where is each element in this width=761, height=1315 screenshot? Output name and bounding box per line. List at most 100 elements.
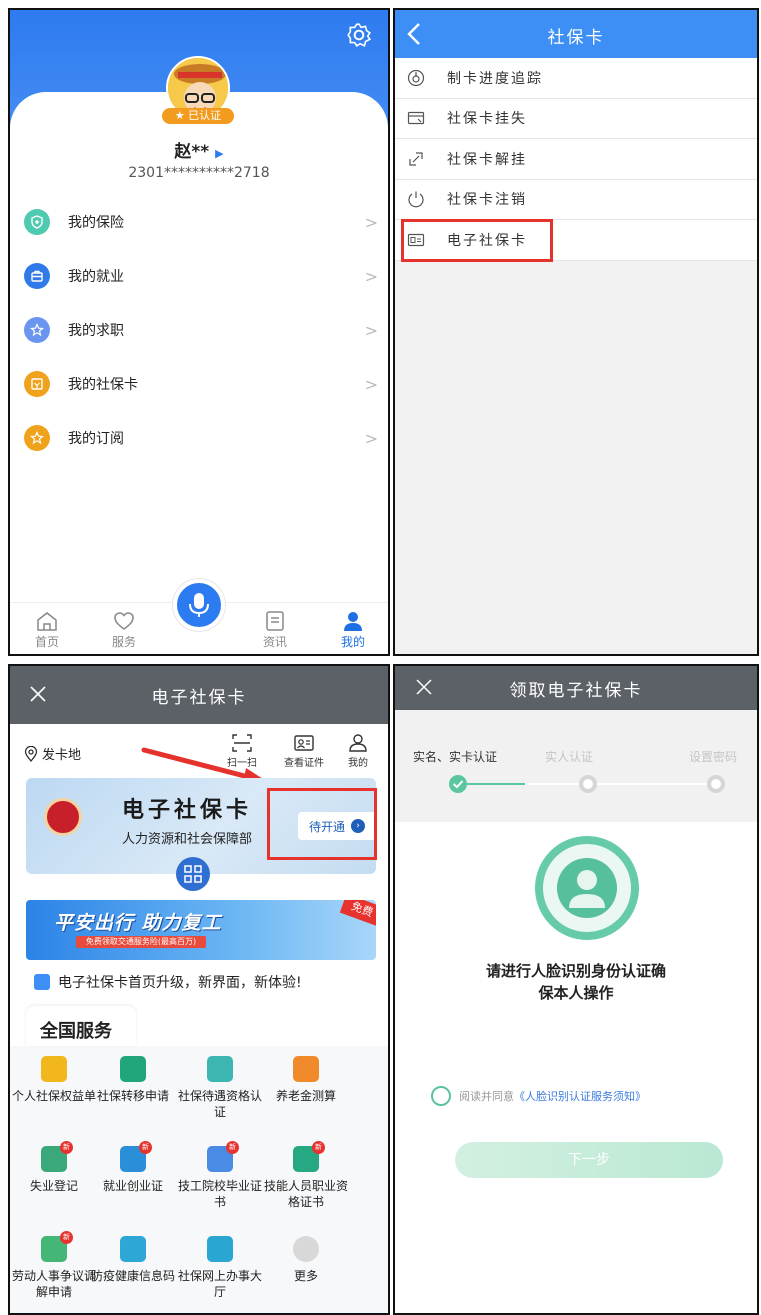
verified-badge: ★ 已认证 bbox=[162, 108, 234, 124]
new-badge: 新 bbox=[312, 1141, 325, 1154]
qr-code-button[interactable] bbox=[176, 857, 210, 891]
tab-service-label: 服务 bbox=[111, 635, 136, 649]
new-badge: 新 bbox=[226, 1141, 239, 1154]
bottom-tab-bar: 首页 服务 资讯 我的 bbox=[10, 579, 388, 654]
check-icon bbox=[449, 775, 467, 793]
service-item[interactable]: 社保网上办事大厅 bbox=[174, 1236, 266, 1300]
services-title: 全国服务 bbox=[40, 1021, 112, 1042]
highlight-box bbox=[401, 219, 553, 262]
verified-badge-label: 已认证 bbox=[188, 109, 222, 122]
heart-icon bbox=[114, 612, 134, 630]
service-icon bbox=[293, 1236, 319, 1262]
nav-bar: 电子社保卡 bbox=[10, 666, 388, 724]
unlink-icon bbox=[409, 152, 423, 166]
tab-mine-label: 我的 bbox=[340, 635, 365, 649]
service-item[interactable]: 社保转移申请 bbox=[87, 1056, 179, 1104]
card-icon bbox=[24, 371, 50, 397]
star-icon bbox=[24, 425, 50, 451]
card-menu-item-progress[interactable]: 制卡进度追踪 bbox=[395, 58, 757, 99]
service-icon: 新 bbox=[293, 1141, 325, 1172]
tab-mine[interactable]: 我的 bbox=[328, 611, 378, 650]
qr-code-icon bbox=[184, 865, 202, 883]
service-item[interactable]: 新就业创业证 bbox=[87, 1141, 179, 1194]
tab-home[interactable]: 首页 bbox=[22, 611, 72, 650]
face-recognition-icon bbox=[535, 836, 639, 940]
step-3-dot bbox=[707, 775, 725, 793]
service-icon: 新 bbox=[41, 1231, 73, 1262]
service-label: 养老金测算 bbox=[275, 1089, 336, 1103]
ecard-issuer: 人力资源和社会保障部 bbox=[122, 832, 253, 847]
service-item[interactable]: 社保待遇资格认证 bbox=[174, 1056, 266, 1120]
menu-item-employment[interactable]: 我的就业 > bbox=[24, 254, 378, 298]
view-certs-label: 查看证件 bbox=[284, 758, 324, 769]
card-menu-item-report-lost[interactable]: 社保卡挂失 bbox=[395, 99, 757, 139]
step-2-dot bbox=[579, 775, 597, 793]
gear-icon[interactable] bbox=[346, 22, 372, 48]
agreement-link[interactable]: 《人脸识别认证服务须知》 bbox=[514, 1088, 646, 1104]
card-menu-label: 制卡进度追踪 bbox=[447, 70, 543, 87]
banner-headline: 平安出行 助力复工 bbox=[54, 912, 222, 934]
step-line-done bbox=[459, 783, 525, 785]
face-prompt-line1: 请进行人脸识别身份认证确 bbox=[485, 962, 666, 980]
service-item[interactable]: 更多 bbox=[260, 1236, 352, 1284]
face-prompt: 请进行人脸识别身份认证确 保本人操作 bbox=[395, 960, 757, 1004]
menu-item-subscription[interactable]: 我的订阅 > bbox=[24, 416, 378, 460]
service-label: 社保转移申请 bbox=[96, 1089, 169, 1103]
menu-item-insurance[interactable]: 我的保险 > bbox=[24, 200, 378, 244]
user-name-text: 赵** bbox=[174, 142, 210, 162]
menu-item-label: 我的订阅 bbox=[68, 431, 124, 447]
card-menu-item-cancel[interactable]: 社保卡注销 bbox=[395, 180, 757, 220]
service-item[interactable]: 养老金测算 bbox=[260, 1056, 352, 1104]
microphone-icon bbox=[189, 593, 209, 617]
nav-bar: 社保卡 bbox=[395, 10, 757, 58]
service-icon: 新 bbox=[41, 1141, 73, 1172]
menu-item-social-card[interactable]: 我的社保卡 > bbox=[24, 362, 378, 406]
card-menu-label: 社保卡解挂 bbox=[447, 151, 527, 168]
nav-bar: 领取电子社保卡 bbox=[395, 666, 757, 710]
play-arrow-icon: ▶ bbox=[215, 147, 224, 160]
service-item[interactable]: 新技能人员职业资格证书 bbox=[260, 1141, 352, 1210]
free-tag: 免费 bbox=[339, 900, 376, 927]
issuing-location-label: 发卡地 bbox=[42, 748, 82, 763]
view-certs-button[interactable]: 查看证件 bbox=[282, 734, 326, 769]
agree-checkbox[interactable] bbox=[431, 1086, 451, 1106]
chevron-right-icon: > bbox=[364, 266, 378, 286]
my-button[interactable]: 我的 bbox=[336, 734, 380, 769]
promo-banner[interactable]: 平安出行 助力复工 免费领取交通服务险(最高百万) 免费 bbox=[26, 900, 376, 960]
tab-service[interactable]: 服务 bbox=[99, 611, 149, 650]
chevron-right-icon: > bbox=[364, 212, 378, 232]
power-icon bbox=[408, 191, 424, 208]
tab-news[interactable]: 资讯 bbox=[250, 611, 300, 650]
my-label: 我的 bbox=[348, 758, 368, 769]
tab-home-label: 首页 bbox=[34, 635, 59, 649]
tab-news-label: 资讯 bbox=[262, 635, 287, 649]
service-label: 更多 bbox=[293, 1269, 318, 1283]
service-label: 技工院校毕业证书 bbox=[177, 1179, 262, 1209]
service-item[interactable]: 防疫健康信息码 bbox=[87, 1236, 179, 1284]
next-button[interactable]: 下一步 bbox=[455, 1142, 723, 1178]
service-label: 社保待遇资格认证 bbox=[177, 1089, 262, 1119]
ecard-title: 电子社保卡 bbox=[122, 797, 253, 823]
voice-button[interactable] bbox=[173, 579, 225, 631]
user-name[interactable]: 赵** ▶ bbox=[10, 137, 388, 162]
shield-icon bbox=[24, 209, 50, 235]
page-title: 领取电子社保卡 bbox=[509, 681, 643, 701]
person-icon bbox=[344, 612, 362, 631]
service-label: 防疫健康信息码 bbox=[90, 1269, 175, 1283]
issuing-location[interactable]: 发卡地 bbox=[24, 744, 81, 763]
chevron-right-icon: > bbox=[364, 428, 378, 448]
certificate-icon bbox=[294, 735, 314, 751]
new-badge: 新 bbox=[139, 1141, 152, 1154]
chevron-right-icon: > bbox=[364, 320, 378, 340]
card-lost-icon bbox=[407, 112, 425, 125]
notice-text: 电子社保卡首页升级，新界面，新体验! bbox=[58, 975, 302, 991]
location-pin-icon bbox=[24, 745, 38, 762]
menu-item-job-search[interactable]: 我的求职 > bbox=[24, 308, 378, 352]
briefcase-icon bbox=[24, 263, 50, 289]
chevron-right-icon: > bbox=[364, 374, 378, 394]
card-menu-item-unlock[interactable]: 社保卡解挂 bbox=[395, 139, 757, 180]
page-title: 社保卡 bbox=[547, 28, 605, 48]
service-item[interactable]: 新技工院校毕业证书 bbox=[174, 1141, 266, 1210]
notice-bar[interactable]: 电子社保卡首页升级，新界面，新体验! bbox=[34, 972, 302, 992]
service-label: 技能人员职业资格证书 bbox=[263, 1179, 348, 1209]
